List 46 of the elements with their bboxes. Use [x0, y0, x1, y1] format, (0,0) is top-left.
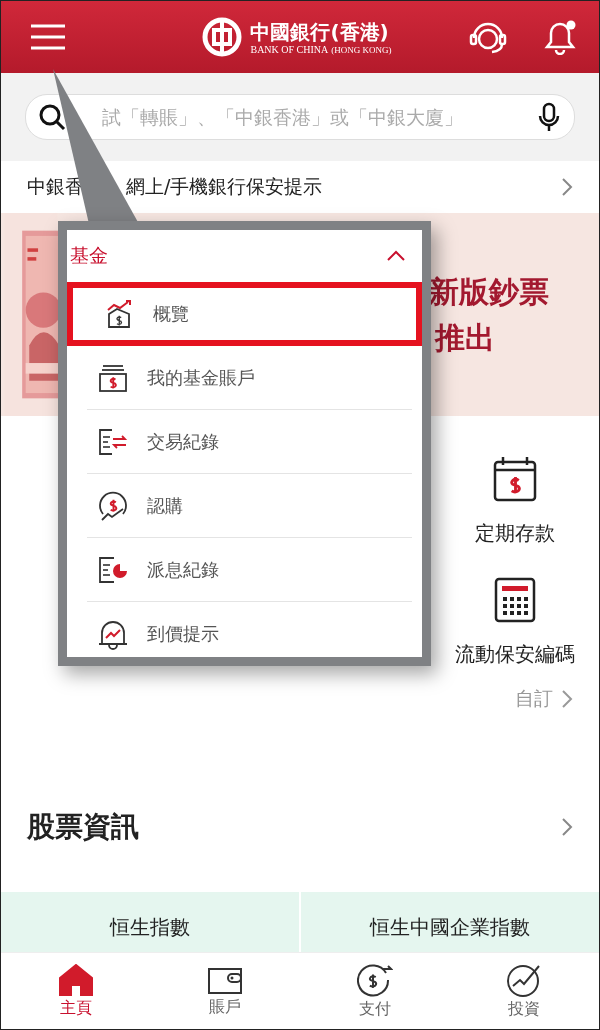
nav-tab[interactable]: 投資: [449, 953, 599, 1029]
index-name: 恒生指數: [110, 914, 190, 941]
chevron-right-icon[interactable]: [561, 817, 573, 837]
menu-icon[interactable]: [31, 24, 65, 50]
notice-text: 中銀香: [27, 174, 84, 199]
fund-menu-item[interactable]: 概覽: [67, 282, 422, 346]
calendar-dollar-icon: [493, 456, 537, 502]
section-title: 股票資訊: [27, 809, 139, 845]
fund-menu-item[interactable]: 認購: [87, 474, 412, 538]
shortcut-label: 流動保安編碼: [455, 641, 575, 668]
index-name: 恒生中國企業指數: [370, 914, 530, 941]
fund-menu-item[interactable]: 我的基金賬戶: [87, 346, 412, 410]
logo-icon: [202, 17, 243, 57]
nav-tab[interactable]: 支付: [300, 953, 450, 1029]
nav-tab[interactable]: 賬戶: [150, 953, 300, 1029]
customer-service-icon[interactable]: [469, 20, 507, 54]
shortcut-item[interactable]: 流動保安編碼: [445, 577, 585, 668]
shortcut-label: 定期存款: [475, 520, 555, 547]
chevron-right-icon: [561, 177, 573, 197]
chevron-right-icon: [561, 689, 573, 709]
index-card[interactable]: 恒生中國企業指數: [301, 892, 599, 952]
search-icon: [38, 103, 66, 131]
microphone-icon[interactable]: [538, 102, 560, 132]
index-card[interactable]: 恒生指數: [1, 892, 299, 952]
nav-tab[interactable]: 主頁: [1, 953, 151, 1029]
notice-text: 網上/手機銀行保安提示: [126, 174, 323, 199]
trend-circle-icon: [506, 962, 543, 997]
shortcut-item[interactable]: 定期存款: [445, 456, 585, 547]
account-dollar-icon: [97, 363, 129, 392]
fund-menu-item[interactable]: 派息紀錄: [87, 538, 412, 602]
dollar-cycle-icon: [97, 489, 129, 522]
document-pie-icon: [97, 555, 129, 584]
keypad-icon: [494, 577, 536, 623]
fund-menu-header[interactable]: 基金: [67, 230, 422, 282]
fund-menu-item[interactable]: 交易紀錄: [87, 410, 412, 474]
bank-english-name: BANK OF CHINA: [250, 43, 329, 55]
notification-bell-icon[interactable]: [543, 19, 577, 55]
bank-region: (HONG KONG): [331, 44, 392, 55]
home-icon: [58, 963, 93, 996]
dollar-exchange-icon: [356, 962, 393, 997]
banner-title: 新版鈔票 推出: [429, 272, 549, 357]
document-transfer-icon: [97, 427, 129, 456]
search-bar[interactable]: 試「轉賬」、「中銀香港」或「中銀大廈」: [25, 94, 575, 140]
fund-menu-item[interactable]: 到價提示: [87, 602, 412, 657]
security-notice-row[interactable]: 中銀香 網上/手機銀行保安提示: [1, 161, 599, 213]
bank-name: 中國銀行(香港): [250, 19, 390, 44]
